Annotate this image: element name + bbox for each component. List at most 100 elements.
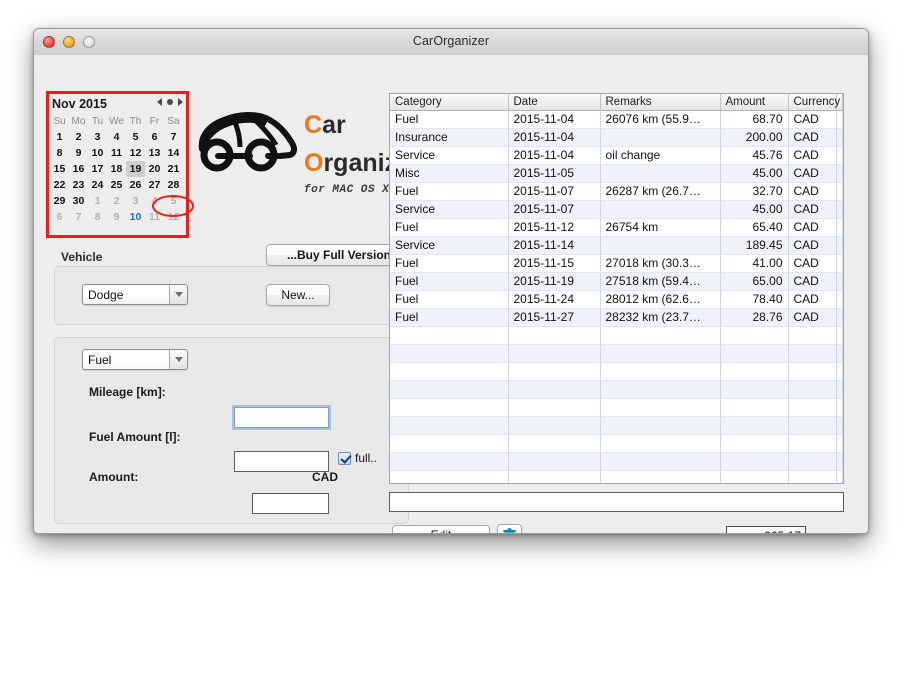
table-header-row: Category Date Remarks Amount Currency (390, 94, 843, 110)
table-row-empty[interactable] (390, 326, 843, 344)
today-dot-icon[interactable] (167, 99, 173, 105)
column-header-amount[interactable]: Amount (720, 94, 788, 110)
table-row[interactable]: Fuel2015-11-1527018 km (30.3…41.00CAD (390, 254, 843, 272)
calendar-day-cell[interactable]: 13 (145, 145, 164, 161)
calendar-day-cell[interactable]: 2 (107, 193, 126, 209)
calendar-day-cell[interactable]: 24 (88, 177, 107, 193)
note-input[interactable] (389, 492, 844, 512)
calendar-day-cell[interactable]: 7 (69, 209, 88, 225)
table-row[interactable]: Fuel2015-11-2428012 km (62.6…78.40CAD (390, 290, 843, 308)
calendar-day-cell[interactable]: 6 (145, 129, 164, 145)
entries-table[interactable]: Category Date Remarks Amount Currency Fu… (389, 93, 844, 484)
vehicle-select[interactable]: Dodge (82, 284, 188, 305)
calendar-day-cell[interactable]: 2 (69, 129, 88, 145)
table-row-empty[interactable] (390, 344, 843, 362)
cell-remarks (600, 128, 720, 146)
calendar-day-cell[interactable]: 3 (126, 193, 145, 209)
table-row-empty[interactable] (390, 434, 843, 452)
table-row-empty[interactable] (390, 398, 843, 416)
table-row-empty[interactable] (390, 362, 843, 380)
table-row[interactable]: Fuel2015-11-0426076 km (55.9…68.70CAD (390, 110, 843, 128)
table-row-empty[interactable] (390, 380, 843, 398)
table-row-empty[interactable] (390, 452, 843, 470)
calendar-day-cell[interactable]: 11 (107, 145, 126, 161)
calendar-day-cell[interactable]: 21 (164, 161, 183, 177)
cell-empty (720, 452, 788, 470)
table-row[interactable]: Misc2015-11-0545.00CAD (390, 164, 843, 182)
new-vehicle-button[interactable]: New... (266, 284, 330, 306)
table-row[interactable]: Fuel2015-11-0726287 km (26.7…32.70CAD (390, 182, 843, 200)
calendar-day-cell[interactable]: 8 (50, 145, 69, 161)
delete-button[interactable] (497, 524, 522, 534)
calendar-day-cell[interactable]: 3 (88, 129, 107, 145)
calendar-day-cell[interactable]: 5 (164, 193, 183, 209)
calendar-day-cell[interactable]: 4 (145, 193, 164, 209)
calendar-day-cell[interactable]: 10 (126, 209, 145, 225)
column-header-currency[interactable]: Currency (788, 94, 836, 110)
column-header-date[interactable]: Date (508, 94, 600, 110)
cell-currency: CAD (788, 164, 836, 182)
next-month-icon[interactable] (178, 98, 183, 106)
mileage-input[interactable] (234, 407, 329, 428)
calendar-day-cell[interactable]: 19 (126, 161, 145, 177)
calendar-day-cell[interactable]: 1 (88, 193, 107, 209)
calendar-day-cell[interactable]: 7 (164, 129, 183, 145)
calendar-day-cell[interactable]: 11 (145, 209, 164, 225)
cell-amount: 45.00 (720, 164, 788, 182)
cell-remarks: 26754 km (600, 218, 720, 236)
calendar-day-cell[interactable]: 22 (50, 177, 69, 193)
column-header-remarks[interactable]: Remarks (600, 94, 720, 110)
calendar-day-cell[interactable]: 4 (107, 129, 126, 145)
table-row[interactable]: Insurance2015-11-04200.00CAD (390, 128, 843, 146)
calendar-day-cell[interactable]: 20 (145, 161, 164, 177)
table-row-empty[interactable] (390, 470, 843, 484)
window-titlebar[interactable]: CarOrganizer (34, 29, 868, 56)
table-row[interactable]: Service2015-11-14189.45CAD (390, 236, 843, 254)
calendar-day-cell[interactable]: 25 (107, 177, 126, 193)
calendar-day-cell[interactable]: 8 (88, 209, 107, 225)
calendar-day-cell[interactable]: 12 (164, 209, 183, 225)
table-row[interactable]: Service2015-11-0745.00CAD (390, 200, 843, 218)
calendar-day-cell[interactable]: 9 (107, 209, 126, 225)
calendar-day-cell[interactable]: 16 (69, 161, 88, 177)
table-row-empty[interactable] (390, 416, 843, 434)
calendar-day-cell[interactable]: 10 (88, 145, 107, 161)
calendar-day-cell[interactable]: 26 (126, 177, 145, 193)
calendar-day-cell[interactable]: 30 (69, 193, 88, 209)
table-row[interactable]: Fuel2015-11-1927518 km (59.4…65.00CAD (390, 272, 843, 290)
calendar-day-cell[interactable]: 18 (107, 161, 126, 177)
calendar-day-cell[interactable]: 17 (88, 161, 107, 177)
calendar-day-cell[interactable]: 12 (126, 145, 145, 161)
cell-filler (836, 236, 843, 254)
chevron-down-icon[interactable] (169, 350, 187, 369)
cell-empty (836, 452, 843, 470)
calendar-day-cell[interactable]: 28 (164, 177, 183, 193)
previous-month-icon[interactable] (157, 98, 162, 106)
calendar-day-cell[interactable]: 27 (145, 177, 164, 193)
edit-button[interactable]: Edit (392, 525, 490, 534)
table-row[interactable]: Fuel2015-11-1226754 km65.40CAD (390, 218, 843, 236)
fuel-amount-input[interactable] (234, 451, 329, 472)
entry-type-select[interactable]: Fuel (82, 349, 188, 370)
chevron-down-icon[interactable] (169, 285, 187, 304)
calendar-widget[interactable]: Nov 2015 Su Mo Tu We Th (50, 95, 185, 234)
amount-input[interactable] (252, 493, 329, 514)
calendar-day-cell[interactable]: 1 (50, 129, 69, 145)
calendar-day-cell[interactable]: 15 (50, 161, 69, 177)
calendar-day-cell[interactable]: 23 (69, 177, 88, 193)
full-tank-checkbox[interactable] (338, 452, 351, 465)
calendar-day-cell[interactable]: 14 (164, 145, 183, 161)
calendar-day-cell[interactable]: 29 (50, 193, 69, 209)
cell-empty (600, 380, 720, 398)
calendar-day-cell[interactable]: 9 (69, 145, 88, 161)
table-row[interactable]: Fuel2015-11-2728232 km (23.7…28.76CAD (390, 308, 843, 326)
table-row[interactable]: Service2015-11-04oil change45.76CAD (390, 146, 843, 164)
calendar-day-cell[interactable]: 6 (50, 209, 69, 225)
full-tank-checkbox-row[interactable]: full.. (338, 451, 377, 465)
cell-empty (600, 470, 720, 484)
calendar-day-cell[interactable]: 5 (126, 129, 145, 145)
cell-empty (836, 398, 843, 416)
full-tank-label: full.. (355, 451, 377, 465)
column-header-category[interactable]: Category (390, 94, 508, 110)
mileage-label: Mileage [km]: (89, 385, 166, 399)
